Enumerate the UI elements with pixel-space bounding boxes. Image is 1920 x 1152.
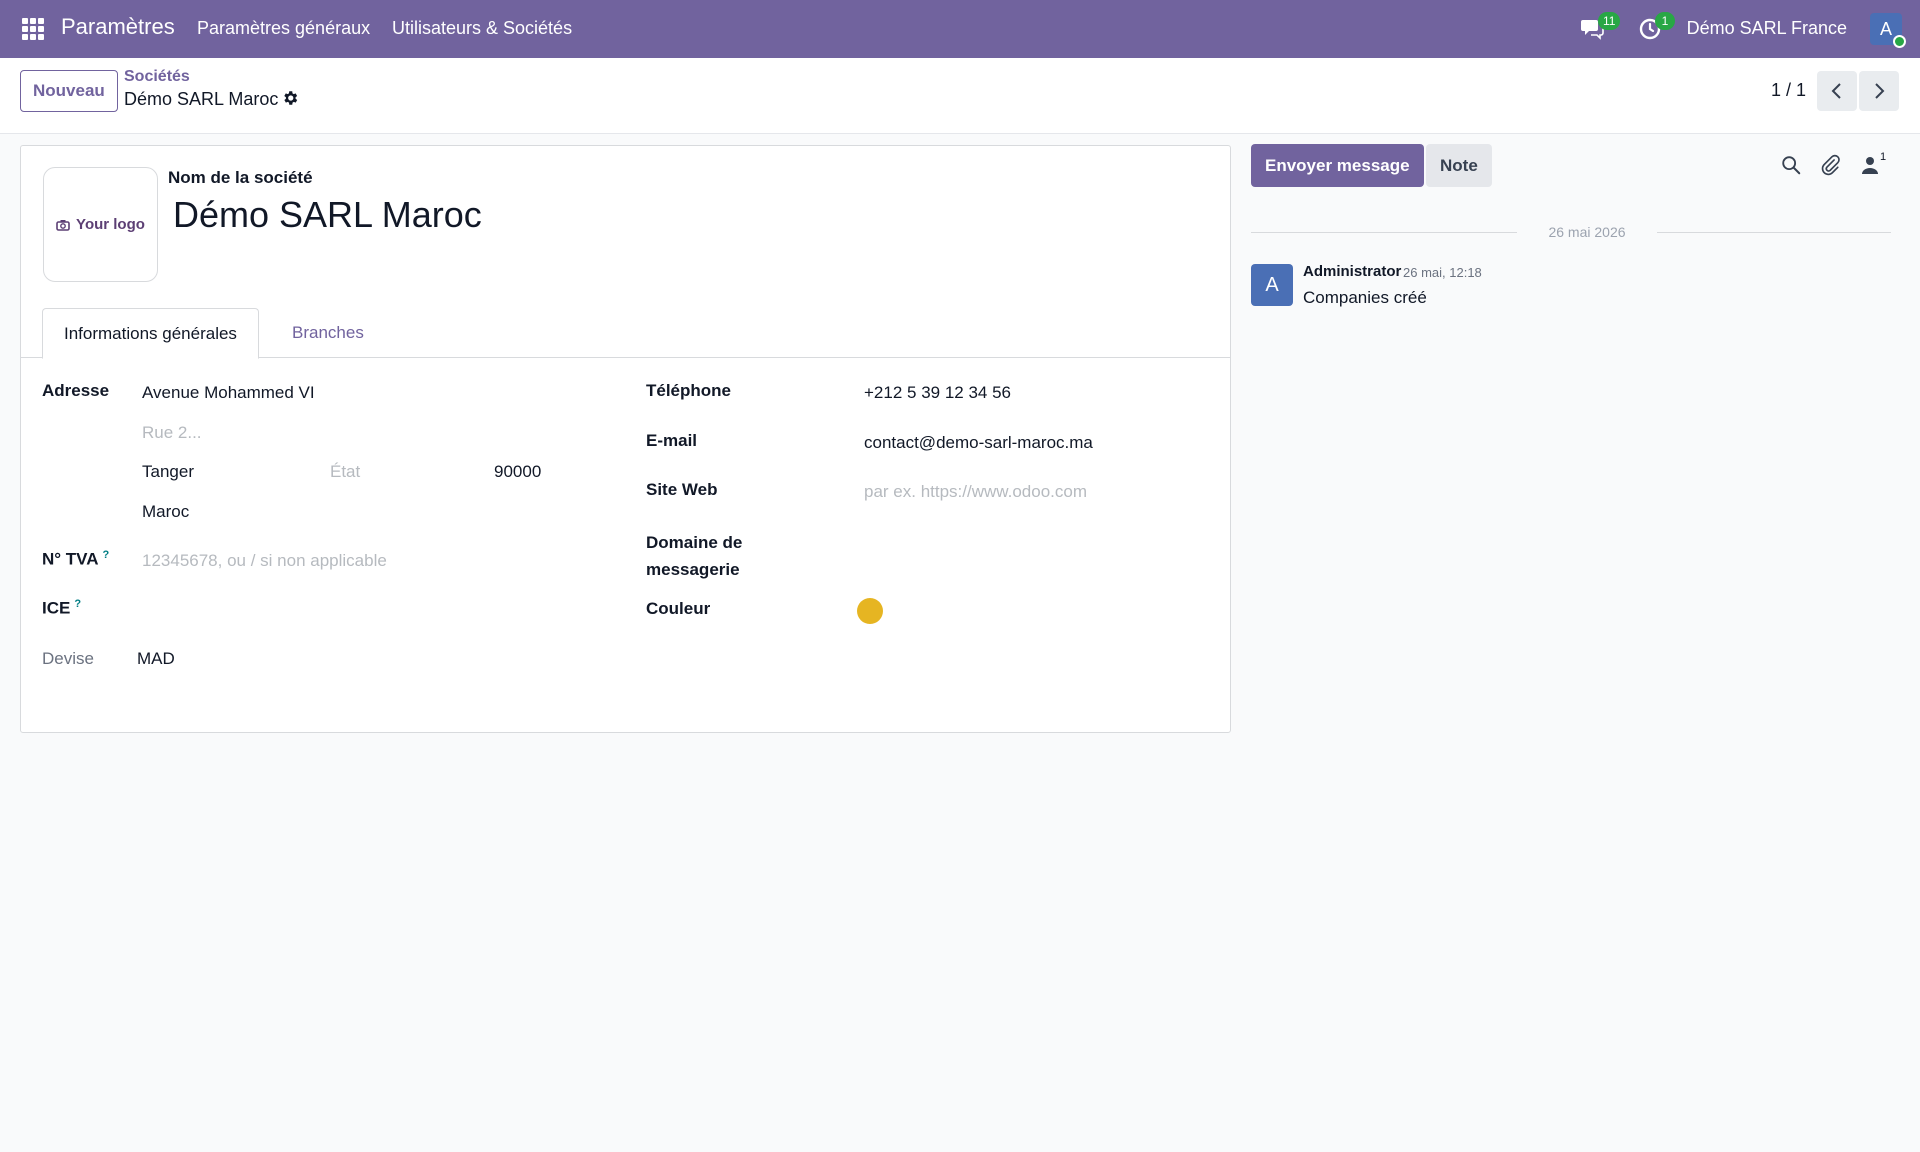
phone-input[interactable]: +212 5 39 12 34 56 — [864, 383, 1011, 403]
send-message-button[interactable]: Envoyer message — [1251, 144, 1424, 187]
address-label: Adresse — [42, 381, 110, 400]
date-separator-text: 26 mai 2026 — [1548, 224, 1626, 240]
new-button[interactable]: Nouveau — [20, 70, 118, 112]
phone-label: Téléphone — [646, 381, 732, 400]
form-tabs: Informations générales Branches — [21, 308, 1230, 359]
email-label: E-mail — [646, 431, 698, 450]
breadcrumb-companies[interactable]: Sociétés — [124, 68, 190, 86]
country-input[interactable]: Maroc — [142, 502, 189, 522]
tab-branches[interactable]: Branches — [271, 308, 385, 358]
messages-badge: 11 — [1598, 12, 1621, 30]
message-body: Companies créé — [1303, 288, 1427, 307]
color-label: Couleur — [646, 599, 711, 618]
ice-label-text: ICE — [42, 598, 71, 618]
ice-label: ICE? — [42, 598, 81, 619]
message-author[interactable]: Administrator — [1303, 263, 1401, 280]
breadcrumb-current-record: Démo SARL Maroc — [124, 89, 279, 109]
paperclip-icon[interactable] — [1819, 154, 1841, 176]
log-note-button[interactable]: Note — [1426, 144, 1492, 187]
currency-value: MAD — [137, 649, 175, 668]
street2-input[interactable]: Rue 2... — [142, 423, 202, 443]
user-avatar[interactable]: A — [1870, 13, 1906, 48]
city-input[interactable]: Tanger — [142, 462, 194, 482]
mail-domain-label: Domaine de messagerie — [646, 529, 742, 583]
mail-domain-label-line2: messagerie — [646, 560, 740, 579]
mail-domain-label-line1: Domaine de — [646, 533, 743, 552]
gear-icon[interactable] — [281, 89, 299, 107]
pager-next-button[interactable] — [1859, 71, 1899, 111]
control-panel: Nouveau Sociétés Démo SARL Maroc 1 / 1 — [0, 58, 1920, 134]
vat-label-text: N° TVA — [42, 549, 99, 569]
company-name-label: Nom de la société — [168, 168, 313, 187]
vat-help-icon[interactable]: ? — [103, 549, 110, 561]
company-switcher[interactable]: Démo SARL France — [1687, 18, 1847, 39]
zip-input[interactable]: 90000 — [494, 462, 541, 482]
date-separator: 26 mai 2026 — [1251, 224, 1891, 240]
menu-general-settings[interactable]: Paramètres généraux — [197, 18, 370, 39]
apps-menu-icon[interactable] — [22, 18, 46, 40]
color-picker-dot[interactable] — [857, 598, 883, 624]
company-name-input[interactable]: Démo SARL Maroc — [173, 194, 482, 236]
chevron-right-icon — [1875, 83, 1885, 99]
form-sheet: Your logo Nom de la société Démo SARL Ma… — [20, 145, 1231, 733]
top-navbar: Paramètres Paramètres généraux Utilisate… — [0, 0, 1920, 58]
app-title[interactable]: Paramètres — [61, 14, 175, 40]
email-input[interactable]: contact@demo-sarl-maroc.ma — [864, 433, 1093, 453]
followers-count: 1 — [1880, 151, 1887, 163]
search-icon[interactable] — [1780, 154, 1802, 176]
message-author-avatar[interactable]: A — [1251, 264, 1293, 306]
menu-users-companies[interactable]: Utilisateurs & Sociétés — [392, 18, 572, 39]
ice-help-icon[interactable]: ? — [74, 598, 81, 610]
followers-icon[interactable] — [1860, 154, 1882, 176]
user-avatar-initial: A — [1879, 18, 1892, 39]
state-input[interactable]: État — [330, 462, 360, 482]
logo-placeholder: Your logo — [56, 216, 145, 233]
vat-input[interactable]: 12345678, ou / si non applicable — [142, 551, 387, 571]
pager-previous-button[interactable] — [1817, 71, 1857, 111]
website-input[interactable]: par ex. https://www.odoo.com — [864, 482, 1087, 502]
activities-badge: 1 — [1655, 12, 1675, 30]
website-label: Site Web — [646, 480, 718, 499]
chevron-left-icon — [1831, 83, 1841, 99]
tab-general-information[interactable]: Informations générales — [42, 308, 259, 359]
online-status-dot — [1893, 35, 1906, 48]
street-input[interactable]: Avenue Mohammed VI — [142, 383, 315, 403]
company-logo-upload[interactable]: Your logo — [43, 167, 158, 282]
message-date: 26 mai, 12:18 — [1403, 265, 1482, 280]
pager-value[interactable]: 1 / 1 — [1771, 80, 1806, 101]
vat-label: N° TVA? — [42, 549, 109, 570]
camera-icon — [56, 219, 70, 231]
currency-label: Devise — [42, 649, 94, 668]
logo-placeholder-text: Your logo — [76, 216, 145, 233]
